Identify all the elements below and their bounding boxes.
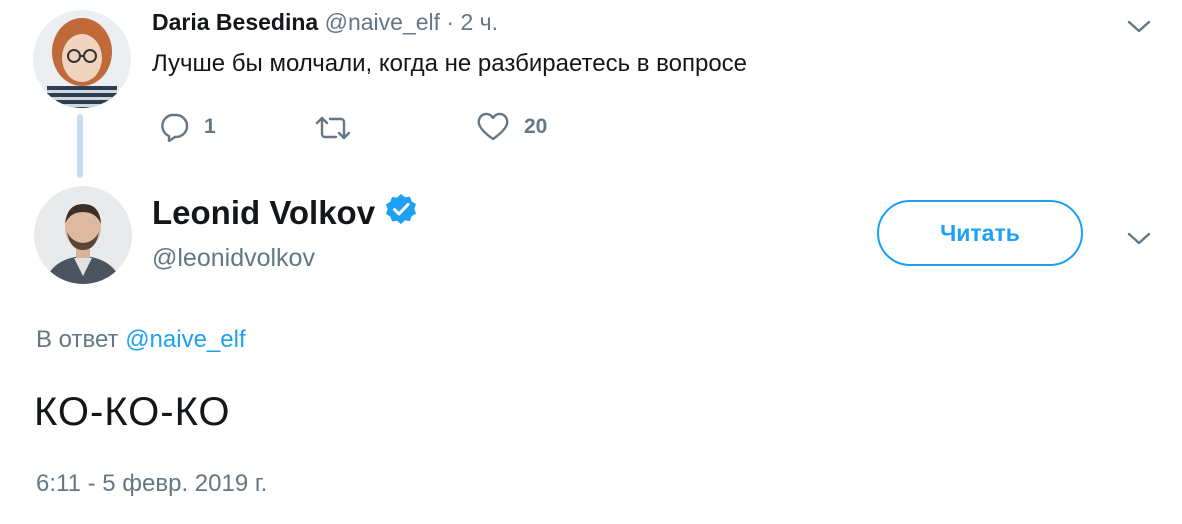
parent-tweet-header: Daria Besedina @naive_elf · 2 ч. <box>152 9 498 36</box>
reply-context: В ответ @naive_elf <box>36 326 246 354</box>
like-count: 20 <box>524 115 548 138</box>
parent-tweet-text: Лучше бы молчали, когда не разбираетесь … <box>152 50 748 77</box>
like-button[interactable]: 20 <box>476 112 547 142</box>
main-author-handle[interactable]: @leonidvolkov <box>152 244 315 273</box>
retweet-button[interactable] <box>314 114 366 142</box>
parent-author-name[interactable]: Daria Besedina <box>152 9 318 35</box>
follow-button[interactable]: Читать <box>877 200 1083 266</box>
main-author-line: Leonid Volkov <box>152 193 417 233</box>
parent-time-ago[interactable]: 2 ч. <box>460 9 498 35</box>
heart-icon <box>476 112 510 142</box>
retweet-icon <box>314 114 352 142</box>
reply-icon <box>158 112 190 142</box>
main-author-name[interactable]: Leonid Volkov <box>152 194 375 232</box>
parent-avatar[interactable] <box>33 10 131 108</box>
reply-mention-link[interactable]: @naive_elf <box>125 326 245 353</box>
chevron-down-icon <box>1126 16 1152 36</box>
parent-author-handle[interactable]: @naive_elf <box>325 9 440 35</box>
reply-prefix: В ответ <box>36 326 119 353</box>
main-tweet-text: КО-КО-КО <box>34 390 231 434</box>
parent-more-button[interactable] <box>1126 16 1152 36</box>
verified-badge-icon <box>385 193 417 233</box>
parent-separator: · <box>446 9 455 35</box>
reply-count: 1 <box>204 115 216 138</box>
thread-connector-line <box>77 114 83 178</box>
main-avatar[interactable] <box>34 186 132 284</box>
tweet-timestamp[interactable]: 6:11 - 5 февр. 2019 г. <box>36 470 267 498</box>
chevron-down-icon <box>1126 228 1152 248</box>
reply-button[interactable]: 1 <box>158 112 216 142</box>
main-more-button[interactable] <box>1126 228 1152 248</box>
